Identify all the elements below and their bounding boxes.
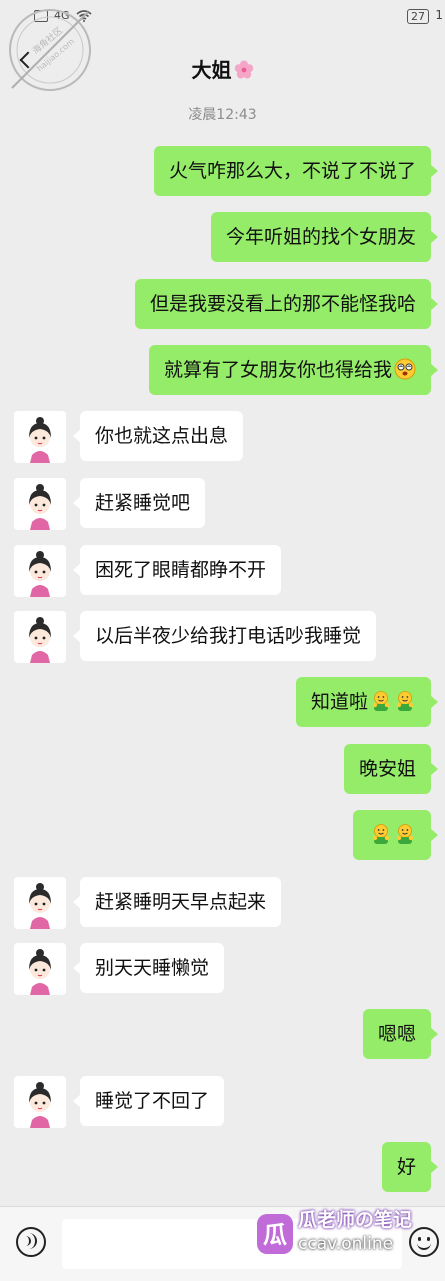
message-text: 今年听姐的找个女朋友 <box>225 226 416 248</box>
my-message-bubble[interactable]: 知道啦 <box>295 677 439 727</box>
chat-title: 大姐 <box>0 54 445 83</box>
my-message-bubble[interactable]: 晚安姐 <box>343 744 439 794</box>
message-text: 好 <box>396 1156 416 1178</box>
contact-message-bubble[interactable]: 困死了眼睛都睁不开 <box>72 545 282 595</box>
contact-name: 大姐 <box>191 58 232 82</box>
battery-icon: 27 <box>407 9 429 24</box>
contact-avatar[interactable] <box>14 943 66 995</box>
message-text: 嗯嗯 <box>377 1023 416 1045</box>
site-watermark-url: ccav.online <box>298 1234 394 1254</box>
contact-message-bubble[interactable]: 以后半夜少给我打电话吵我睡觉 <box>72 611 377 661</box>
my-message-bubble[interactable]: 嗯嗯 <box>362 1009 439 1059</box>
hug-emoji <box>396 824 414 844</box>
site-logo-icon: 瓜 <box>257 1214 293 1254</box>
my-message-bubble[interactable]: 但是我要没看上的那不能怪我哈 <box>134 279 439 329</box>
status-clock: 1 <box>435 8 443 22</box>
hug-emoji <box>372 824 390 844</box>
emoji-icon[interactable] <box>409 1227 439 1257</box>
my-message-bubble[interactable]: 好 <box>381 1142 439 1192</box>
contact-message-bubble[interactable]: 赶紧睡明天早点起来 <box>72 877 282 927</box>
contact-avatar[interactable] <box>14 1076 66 1128</box>
my-message-bubble[interactable]: 火气咋那么大，不说了不说了 <box>153 146 439 196</box>
message-timestamp: 凌晨12:43 <box>188 107 257 123</box>
cherry-blossom-icon <box>234 60 253 79</box>
contact-avatar[interactable] <box>14 411 66 463</box>
my-message-bubble[interactable] <box>353 810 438 860</box>
message-text: 就算有了女朋友你也得给我 <box>163 359 392 381</box>
message-text: 但是我要没看上的那不能怪我哈 <box>149 293 416 315</box>
message-text: 晚安姐 <box>358 758 416 780</box>
contact-message-bubble[interactable]: 睡觉了不回了 <box>72 1076 225 1126</box>
message-text: 别天天睡懒觉 <box>95 957 210 979</box>
message-text: 赶紧睡明天早点起来 <box>95 891 267 913</box>
message-text: 火气咋那么大，不说了不说了 <box>168 160 416 182</box>
svg-text:瓜: 瓜 <box>263 1221 287 1249</box>
my-message-bubble[interactable]: 就算有了女朋友你也得给我 <box>148 345 439 395</box>
contact-message-bubble[interactable]: 你也就这点出息 <box>72 411 244 461</box>
message-text: 赶紧睡觉吧 <box>95 492 191 514</box>
my-message-bubble[interactable]: 今年听姐的找个女朋友 <box>210 212 439 262</box>
message-text: 以后半夜少给我打电话吵我睡觉 <box>95 625 362 647</box>
message-text: 你也就这点出息 <box>95 425 229 447</box>
site-watermark-brand: 瓜老师の笔记 <box>298 1209 413 1231</box>
hug-emoji <box>372 691 390 711</box>
hug-emoji <box>396 691 414 711</box>
voice-input-icon[interactable] <box>16 1227 46 1257</box>
contact-avatar[interactable] <box>14 545 66 597</box>
contact-avatar[interactable] <box>14 611 66 663</box>
message-text: 知道啦 <box>310 691 368 713</box>
contact-avatar[interactable] <box>14 877 66 929</box>
contact-message-bubble[interactable]: 别天天睡懒觉 <box>72 943 225 993</box>
chat-header: 大姐 <box>0 34 445 98</box>
dizzy-face-emoji <box>394 358 416 380</box>
contact-avatar[interactable] <box>14 478 66 530</box>
message-text: 困死了眼睛都睁不开 <box>95 559 267 581</box>
message-text: 睡觉了不回了 <box>95 1090 210 1112</box>
contact-message-bubble[interactable]: 赶紧睡觉吧 <box>72 478 206 528</box>
